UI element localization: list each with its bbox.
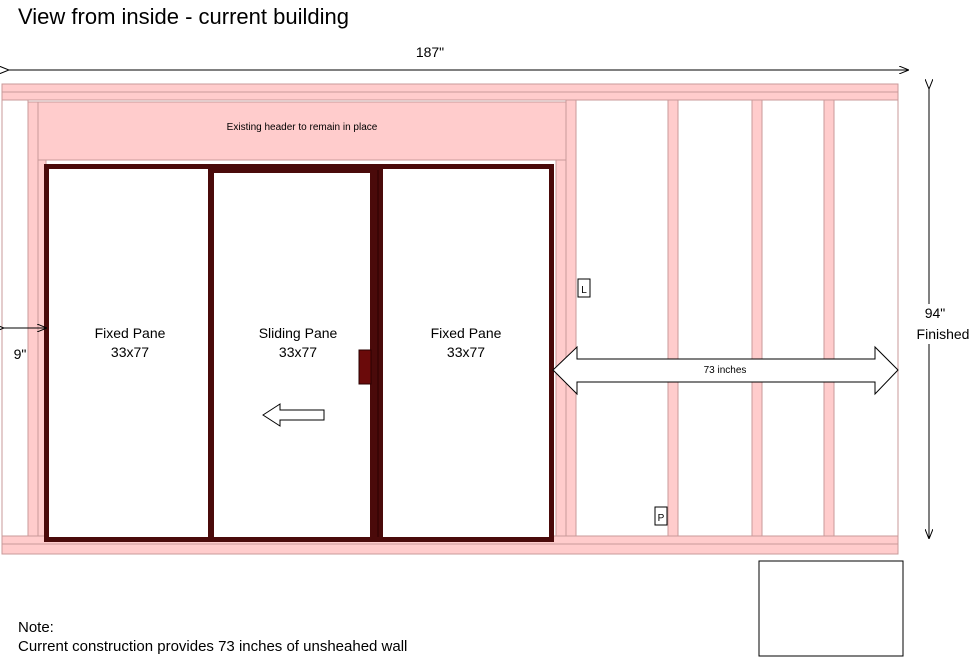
pane-name: Fixed Pane [431, 325, 502, 341]
height-note-label: Finished [917, 326, 970, 342]
top-plate-upper [1, 83, 899, 93]
light-switch-label: L [581, 285, 587, 296]
pane-size: 33x77 [447, 344, 485, 360]
overall-width-label: 187" [416, 44, 444, 60]
note-block: Note: Current construction provides 73 i… [18, 618, 407, 656]
left-wall-section [1, 99, 29, 537]
left-king-stud [27, 101, 39, 537]
unsheathed-wall-section [575, 99, 899, 537]
wall-stud [751, 99, 763, 537]
height-label: 94" [925, 305, 946, 321]
pane-size: 33x77 [111, 344, 149, 360]
wall-stud [667, 99, 679, 537]
wall-stud [823, 99, 835, 537]
header-label: Existing header to remain in place [227, 122, 378, 133]
right-king-stud [565, 99, 577, 537]
side-gap-label: 9" [14, 346, 27, 362]
blank-box [758, 560, 904, 657]
right-jack-stud [555, 159, 567, 537]
power-outlet-label: P [658, 513, 665, 524]
unsheathed-span-label: 73 inches [704, 365, 747, 376]
door-handle [358, 349, 372, 385]
wall-diagram: 187" Existing header to remain in place … [0, 44, 972, 657]
top-plate-lower [1, 91, 899, 101]
pane-name: Fixed Pane [95, 325, 166, 341]
pane-name: Sliding Pane [259, 325, 338, 341]
bottom-plate-lower [1, 543, 899, 555]
note-heading: Note: [18, 619, 54, 636]
pane-size: 33x77 [279, 344, 317, 360]
note-text: Current construction provides 73 inches … [18, 638, 408, 655]
